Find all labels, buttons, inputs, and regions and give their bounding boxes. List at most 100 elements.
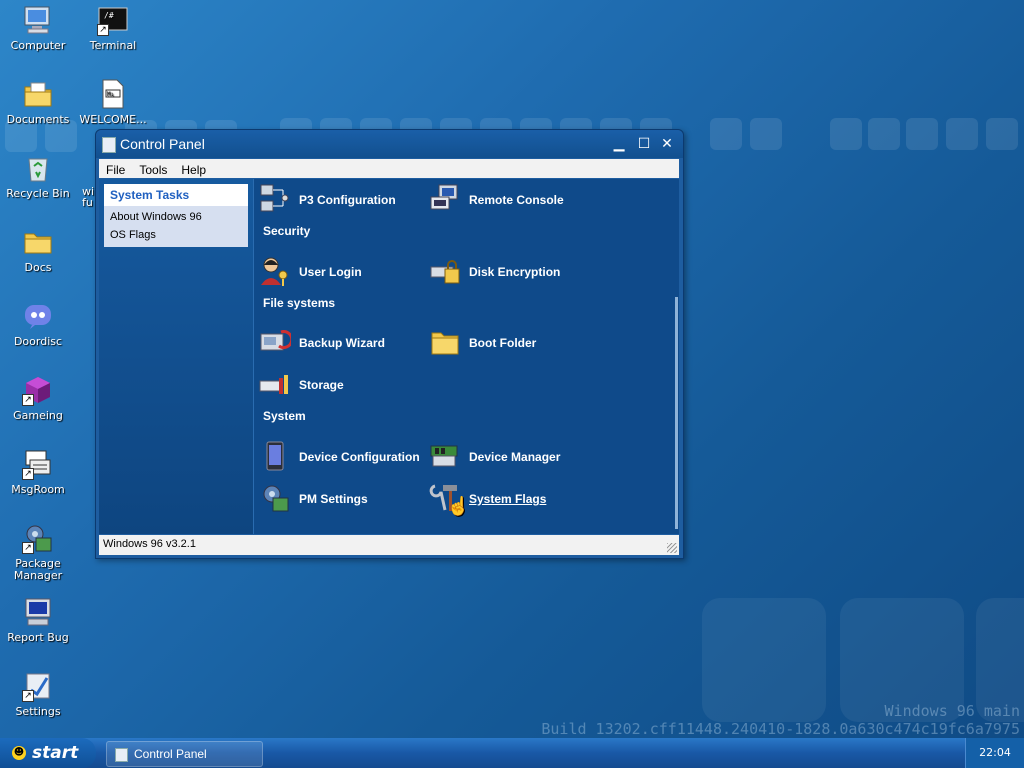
- applet-label: P3 Configuration: [299, 193, 396, 207]
- applet-boot-folder[interactable]: Boot Folder: [429, 326, 589, 360]
- desktop-icon-label: Terminal: [89, 39, 137, 52]
- section-file-systems: File systems: [263, 296, 336, 310]
- taskbar: ☻ start Control Panel 22:04: [0, 738, 1024, 768]
- system-tasks-panel: System Tasks About Windows 96 OS Flags: [104, 184, 248, 247]
- applet-label: Device Manager: [469, 450, 561, 464]
- desktop-icon-gameing[interactable]: ↗ Gameing: [0, 374, 76, 422]
- pm-settings-icon: [259, 482, 291, 514]
- desktop-icon-recycle-bin[interactable]: Recycle Bin: [0, 152, 76, 200]
- desktop-icon-label: Documents: [6, 113, 70, 126]
- minimize-button[interactable]: ▁: [609, 135, 629, 154]
- system-tray-clock: 22:04: [965, 738, 1024, 768]
- sidebar-link-os-flags[interactable]: OS Flags: [104, 226, 248, 247]
- window-titlebar[interactable]: Control Panel ▁ ☐ ✕: [96, 130, 683, 158]
- control-panel-icon: [115, 748, 128, 762]
- resize-grip-icon[interactable]: [667, 543, 677, 553]
- build-watermark-line2: Build 13202.cff11448.240410-1828.0a630c4…: [541, 720, 1020, 738]
- menu-file[interactable]: File: [99, 161, 132, 179]
- applet-disk-encryption[interactable]: Disk Encryption: [429, 255, 589, 289]
- system-tasks-header: System Tasks: [104, 184, 248, 206]
- status-bar: Windows 96 v3.2.1: [99, 535, 679, 555]
- start-label: start: [32, 743, 79, 763]
- applet-label: Remote Console: [469, 193, 564, 207]
- control-panel-window[interactable]: Control Panel ▁ ☐ ✕ File Tools Help System…: [95, 129, 684, 559]
- storage-icon: [259, 368, 291, 400]
- desktop-icon-label: Docs: [24, 261, 52, 274]
- terminal-icon: /# ↗: [97, 4, 129, 36]
- desktop-icon-report-bug[interactable]: Report Bug: [0, 596, 76, 644]
- applet-device-configuration[interactable]: Device Configuration: [259, 440, 429, 474]
- applet-device-manager[interactable]: Device Manager: [429, 440, 589, 474]
- desktop-icon-doordisc[interactable]: Doordisc: [0, 300, 76, 348]
- applet-label: Storage: [299, 378, 344, 392]
- device-icon: [259, 440, 291, 472]
- backup-icon: [259, 326, 294, 358]
- desktop-icon-docs[interactable]: Docs: [0, 226, 76, 274]
- doordisc-icon: [22, 300, 54, 332]
- applet-label: User Login: [299, 265, 362, 279]
- computer-icon: [22, 4, 54, 36]
- shortcut-arrow-icon: ↗: [22, 690, 34, 702]
- recycle-bin-icon: [22, 152, 54, 184]
- desktop-icon-terminal[interactable]: /# ↗ Terminal: [75, 4, 151, 52]
- sidebar: System Tasks About Windows 96 OS Flags: [99, 179, 254, 534]
- report-bug-icon: [22, 596, 54, 628]
- user-key-icon: [259, 255, 291, 287]
- desktop-icon-computer[interactable]: Computer: [0, 4, 76, 52]
- desktop-icon-settings[interactable]: ↗ Settings: [0, 670, 76, 718]
- package-manager-icon: ↗: [22, 522, 54, 554]
- applet-remote-console[interactable]: Remote Console: [429, 183, 589, 217]
- desktop-icon-package-manager[interactable]: ↗ Package Manager: [0, 522, 76, 582]
- taskbar-item-control-panel[interactable]: Control Panel: [106, 741, 263, 767]
- remote-console-icon: [429, 183, 461, 215]
- settings-icon: ↗: [22, 670, 54, 702]
- applet-label: System Flags: [469, 492, 547, 506]
- hand-cursor-icon: ☝: [447, 496, 470, 516]
- sidebar-link-about[interactable]: About Windows 96: [104, 206, 248, 226]
- svg-text:/#: /#: [104, 11, 114, 20]
- maximize-button[interactable]: ☐: [634, 135, 654, 154]
- applet-label: Disk Encryption: [469, 265, 561, 279]
- desktop-icon-msgroom[interactable]: ↗ MsgRoom: [0, 448, 76, 496]
- desktop-icon-label: MsgRoom: [11, 483, 65, 496]
- shortcut-arrow-icon: ↗: [22, 542, 34, 554]
- start-button[interactable]: ☻ start: [0, 738, 96, 768]
- applet-p3-configuration[interactable]: P3 Configuration: [259, 183, 419, 217]
- shortcut-arrow-icon: ↗: [97, 24, 109, 36]
- status-text: Windows 96 v3.2.1: [103, 538, 196, 550]
- file-icon: M↓: [97, 78, 129, 110]
- applet-backup-wizard[interactable]: Backup Wizard: [259, 326, 419, 360]
- cube-icon: ↗: [22, 374, 54, 406]
- window-content: System Tasks About Windows 96 OS Flags P…: [99, 179, 679, 534]
- close-button[interactable]: ✕: [657, 135, 677, 154]
- msgroom-icon: ↗: [22, 448, 54, 480]
- desktop-icon-label: Gameing: [13, 409, 63, 422]
- applet-user-login[interactable]: User Login: [259, 255, 419, 289]
- menu-help[interactable]: Help: [174, 161, 213, 179]
- window-title: Control Panel: [120, 136, 205, 152]
- control-panel-icon: [102, 137, 116, 153]
- build-watermark-line1: Windows 96 main: [884, 702, 1020, 720]
- applet-label: Boot Folder: [469, 336, 537, 350]
- desktop-icon-label: Package Manager: [13, 557, 63, 582]
- menu-bar: File Tools Help: [99, 159, 679, 178]
- applets-pane: P3 Configuration Remote Console Security…: [259, 179, 679, 534]
- scrollbar[interactable]: [675, 297, 678, 529]
- desktop-icon-label: Computer: [10, 39, 66, 52]
- applet-pm-settings[interactable]: PM Settings: [259, 482, 419, 516]
- applet-label: Device Configuration: [299, 450, 420, 464]
- desktop-icon-documents[interactable]: Documents: [0, 78, 76, 126]
- start-logo-icon: ☻: [12, 746, 26, 760]
- shortcut-arrow-icon: ↗: [22, 394, 34, 406]
- desktop-icon-label: Settings: [15, 705, 61, 718]
- applet-label: PM Settings: [299, 492, 368, 506]
- menu-tools[interactable]: Tools: [132, 161, 174, 179]
- desktop-icon-partial-label: wi fu: [82, 185, 95, 209]
- folder-icon: [429, 326, 461, 358]
- applet-system-flags[interactable]: System Flags ☝: [429, 482, 589, 516]
- shortcut-arrow-icon: ↗: [22, 468, 34, 480]
- applet-storage[interactable]: Storage: [259, 368, 419, 402]
- network-icon: [259, 183, 291, 215]
- desktop-icon-label: Recycle Bin: [6, 187, 70, 200]
- desktop-icon-welcome[interactable]: M↓ WELCOME...: [75, 78, 151, 126]
